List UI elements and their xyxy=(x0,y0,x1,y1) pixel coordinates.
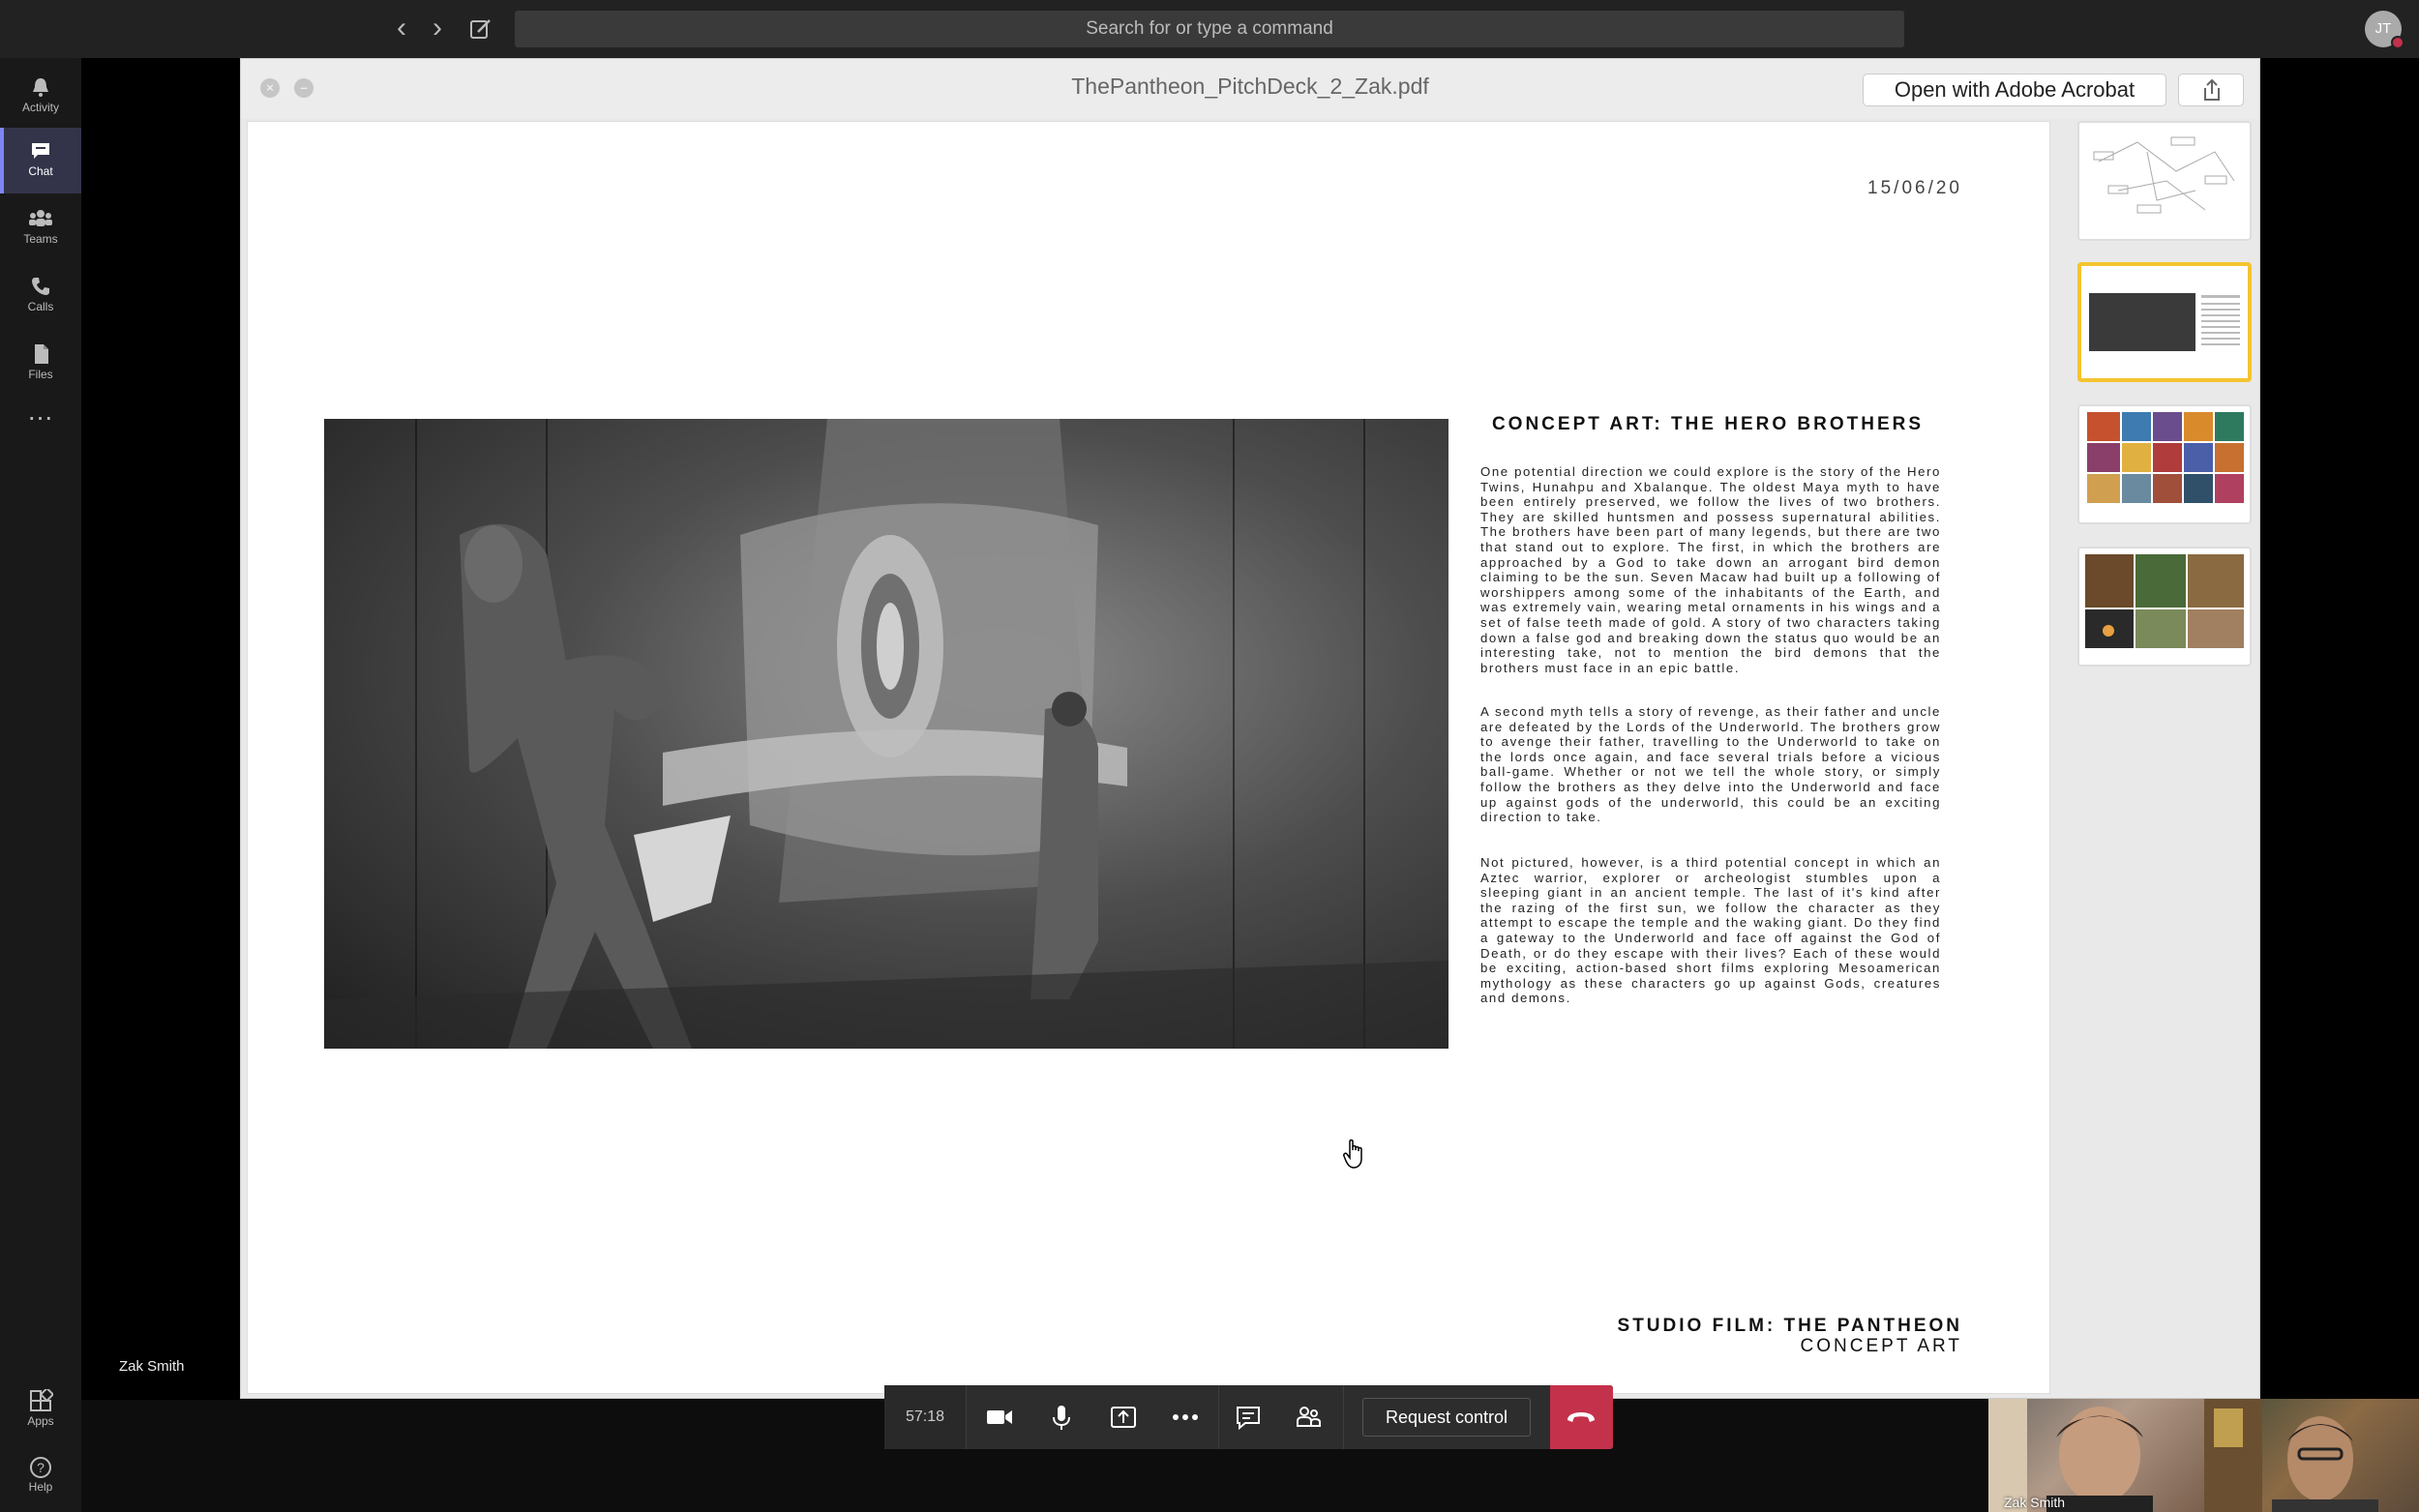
ellipsis-icon xyxy=(1173,1414,1198,1420)
viewer-header: × – ThePantheon_PitchDeck_2_Zak.pdf Open… xyxy=(241,59,2259,119)
title-bar: ‹ › Search for or type a command JT xyxy=(0,0,2419,58)
page-date: 15/06/20 xyxy=(1867,178,1962,198)
hang-up-button[interactable] xyxy=(1550,1385,1613,1449)
compose-icon[interactable] xyxy=(468,16,493,42)
concept-paragraph: One potential direction we could explore… xyxy=(1480,464,1941,675)
request-control-button[interactable]: Request control xyxy=(1362,1398,1531,1437)
chat-button[interactable] xyxy=(1229,1398,1268,1437)
more-options-button[interactable] xyxy=(1166,1398,1205,1437)
page-thumbnail-4[interactable] xyxy=(2077,547,2252,667)
pdf-viewer-window: × – ThePantheon_PitchDeck_2_Zak.pdf Open… xyxy=(240,58,2260,1399)
footer-title: STUDIO FILM: THE PANTHEON xyxy=(1617,1316,1962,1336)
presenter-name: Zak Smith xyxy=(119,1358,185,1375)
rail-item-label: Chat xyxy=(28,164,53,178)
svg-text:?: ? xyxy=(37,1460,45,1475)
footer-subtitle: CONCEPT ART xyxy=(1800,1336,1962,1356)
participants-icon xyxy=(1297,1407,1321,1427)
divider xyxy=(1343,1385,1344,1449)
apps-icon xyxy=(30,1389,53,1411)
microphone-button[interactable] xyxy=(1042,1398,1081,1437)
participant-name: Zak Smith xyxy=(2004,1495,2066,1510)
rail-item-label: Activity xyxy=(21,101,59,114)
rail-item-chat[interactable]: Chat xyxy=(0,128,81,193)
phone-icon xyxy=(32,278,49,295)
avatar-initials: JT xyxy=(2374,20,2392,37)
call-timer: 57:18 xyxy=(884,1385,966,1449)
share-button[interactable] xyxy=(2178,74,2244,106)
page-thumbnail-2[interactable] xyxy=(2077,262,2252,382)
rail-item-files[interactable]: Files xyxy=(0,331,81,397)
pdf-page: 15/06/20 CONCEPT ART: THE HERO BROTHERS … xyxy=(247,121,2050,1394)
participant-video-tile[interactable]: Zak Smith xyxy=(1988,1399,2204,1512)
page-thumbnail-1[interactable] xyxy=(2077,121,2252,241)
microphone-icon xyxy=(1053,1406,1070,1430)
more-apps-button[interactable]: ... xyxy=(0,396,81,447)
participant-video-feed xyxy=(2204,1399,2378,1512)
avatar[interactable]: JT xyxy=(2365,11,2404,49)
teams-icon xyxy=(29,210,52,226)
rail-item-label: Help xyxy=(28,1480,53,1494)
share-screen-icon xyxy=(1111,1407,1136,1428)
bell-icon xyxy=(33,78,48,97)
thumbnail-strip xyxy=(2062,121,2255,1394)
chat-icon xyxy=(32,143,49,159)
call-controls-bar: 57:18 Request control xyxy=(884,1385,1613,1449)
participants-button[interactable] xyxy=(1289,1398,1328,1437)
rail-item-label: Files xyxy=(28,368,53,381)
rail-item-label: Apps xyxy=(27,1414,54,1428)
concept-paragraph: Not pictured, however, is a third potent… xyxy=(1480,855,1941,1006)
rail-item-activity[interactable]: Activity xyxy=(0,64,81,130)
camera-icon xyxy=(987,1410,1012,1424)
rail-item-calls[interactable]: Calls xyxy=(0,263,81,329)
help-icon: ? xyxy=(30,1457,51,1478)
rail-item-teams[interactable]: Teams xyxy=(0,195,81,261)
app-rail: Activity Chat Teams Calls Files ... xyxy=(0,58,81,1512)
open-with-acrobat-button[interactable]: Open with Adobe Acrobat xyxy=(1863,74,2166,106)
back-icon[interactable]: ‹ xyxy=(387,14,416,43)
page-thumbnail-3[interactable] xyxy=(2077,404,2252,524)
share-screen-button[interactable] xyxy=(1104,1398,1143,1437)
rail-item-help[interactable]: ? Help xyxy=(0,1451,81,1509)
forward-icon[interactable]: › xyxy=(423,14,452,43)
presence-dot-icon xyxy=(2391,36,2404,49)
rail-item-label: Calls xyxy=(27,300,54,313)
concept-paragraph: A second myth tells a story of revenge, … xyxy=(1480,704,1941,825)
divider xyxy=(1218,1385,1219,1449)
concept-art-title: CONCEPT ART: THE HERO BROTHERS xyxy=(1491,414,1925,434)
rail-item-label: Teams xyxy=(23,232,58,246)
rail-item-apps[interactable]: Apps xyxy=(0,1385,81,1443)
search-input[interactable]: Search for or type a command xyxy=(515,11,1904,47)
camera-button[interactable] xyxy=(980,1398,1019,1437)
hang-up-icon xyxy=(1568,1412,1595,1422)
chat-icon xyxy=(1237,1407,1260,1431)
hand-cursor-icon xyxy=(1341,1138,1370,1171)
file-icon xyxy=(35,344,48,364)
share-icon xyxy=(2204,78,2220,101)
ellipsis-icon: ... xyxy=(27,396,54,426)
participant-video-tile[interactable] xyxy=(2204,1399,2419,1512)
divider xyxy=(966,1385,967,1449)
concept-art-image xyxy=(324,419,1448,1049)
